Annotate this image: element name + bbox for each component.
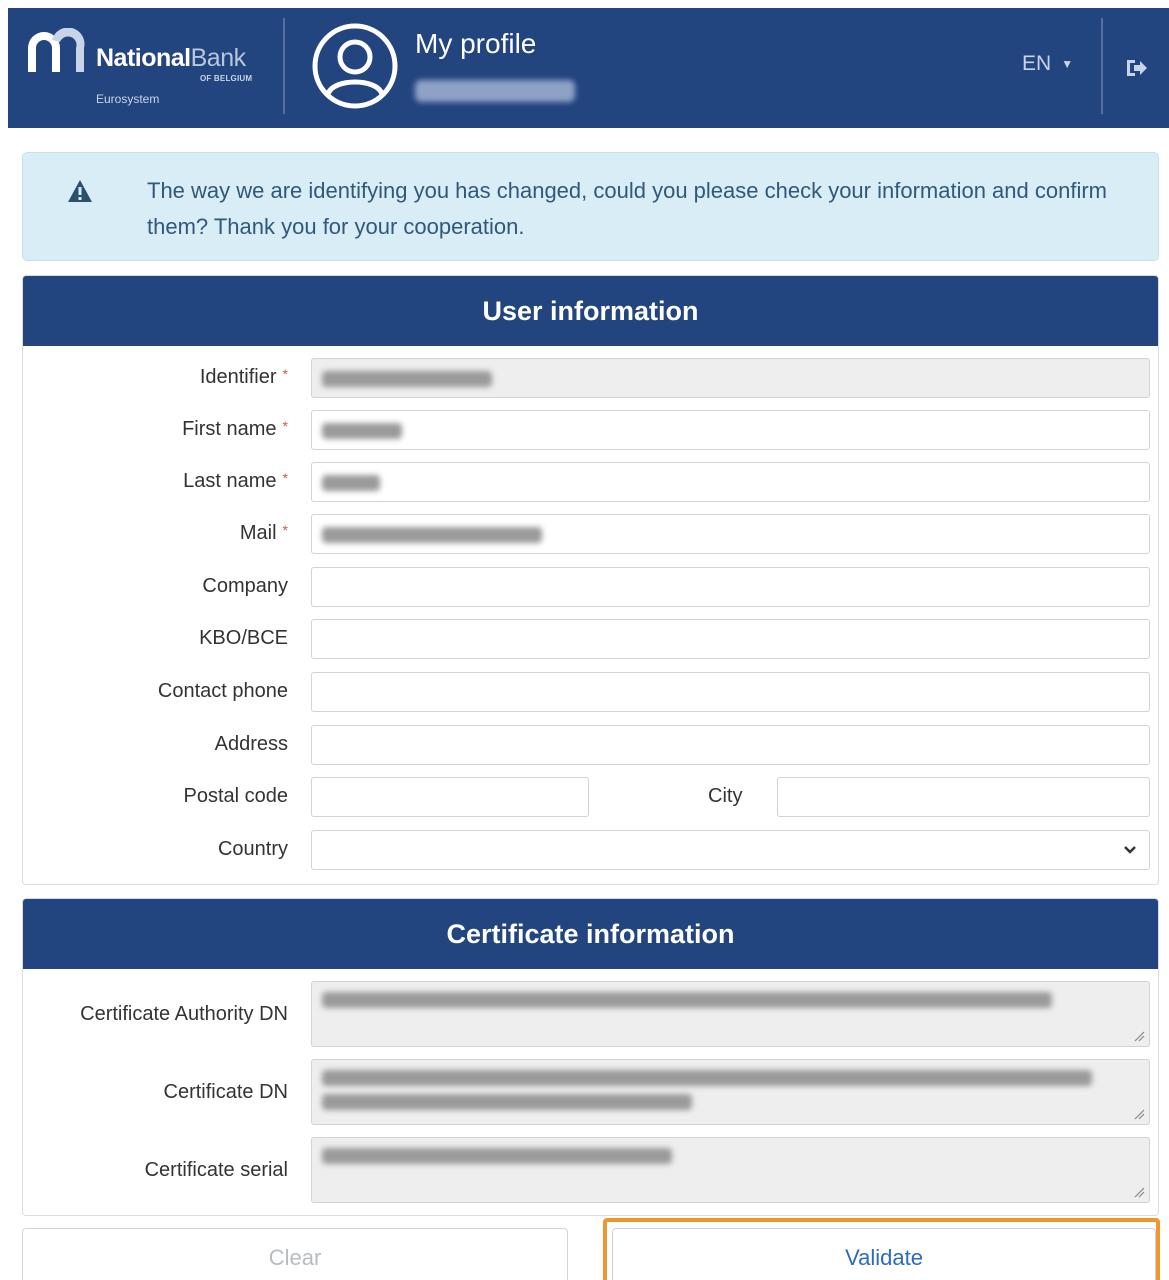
- company-field[interactable]: [311, 567, 1150, 607]
- mail-label: Mail *: [239, 522, 288, 544]
- language-label: EN: [1022, 52, 1052, 75]
- country-label: Country: [217, 838, 288, 860]
- header-divider: [283, 18, 285, 114]
- first-name-label: First name *: [182, 418, 288, 440]
- last-name-label: Last name *: [183, 470, 288, 492]
- last-name-field[interactable]: [311, 462, 1150, 502]
- contact-phone-field[interactable]: [311, 672, 1150, 712]
- postal-code-label: Postal code: [183, 785, 288, 807]
- certificate-information-heading: Certificate information: [23, 899, 1158, 969]
- company-label: Company: [202, 575, 288, 597]
- header-divider: [1101, 18, 1103, 114]
- user-information-heading: User information: [23, 276, 1158, 346]
- warning-icon: [68, 180, 92, 202]
- kbo-field[interactable]: [311, 619, 1150, 659]
- caret-down-icon: ▼: [1061, 57, 1074, 72]
- brand-name: NationalBank: [96, 44, 246, 72]
- kbo-label: KBO/BCE: [199, 627, 288, 649]
- user-circle-icon: [312, 23, 398, 109]
- brand-subtitle: OF BELGIUM: [200, 74, 253, 83]
- chevron-down-icon: [1124, 846, 1136, 854]
- clear-button[interactable]: Clear: [22, 1228, 568, 1280]
- postal-code-field[interactable]: [311, 777, 589, 817]
- authority-dn-label: Certificate Authority DN: [80, 1003, 288, 1025]
- certificate-serial-field: [311, 1137, 1150, 1203]
- user-information-panel: User information Identifier * First name *…: [22, 275, 1159, 885]
- address-label: Address: [214, 733, 288, 755]
- certificate-dn-field: [311, 1059, 1150, 1125]
- alert-message: The way we are identifying you has chang…: [147, 178, 1107, 239]
- certificate-serial-label: Certificate serial: [144, 1159, 288, 1181]
- identifier-field: [311, 358, 1150, 398]
- certificate-dn-label: Certificate DN: [163, 1081, 288, 1103]
- language-selector[interactable]: EN ▼: [1022, 52, 1073, 76]
- city-field[interactable]: [777, 777, 1150, 817]
- info-alert: The way we are identifying you has chang…: [22, 152, 1159, 261]
- top-header: NationalBank OF BELGIUM Eurosystem My pr…: [8, 8, 1169, 128]
- address-field[interactable]: [311, 725, 1150, 765]
- resize-grip-icon[interactable]: [1133, 1186, 1145, 1198]
- country-select[interactable]: [311, 830, 1150, 870]
- contact-phone-label: Contact phone: [157, 680, 288, 702]
- certificate-information-panel: Certificate information Certificate Auth…: [22, 898, 1159, 1216]
- mail-field[interactable]: [311, 514, 1150, 554]
- user-name-redacted: [415, 80, 575, 102]
- first-name-field[interactable]: [311, 410, 1150, 450]
- validate-button[interactable]: Validate: [612, 1228, 1156, 1280]
- national-bank-logo[interactable]: NationalBank OF BELGIUM Eurosystem: [22, 24, 272, 116]
- resize-grip-icon[interactable]: [1133, 1108, 1145, 1120]
- page-title: My profile: [415, 28, 537, 59]
- sign-out-icon[interactable]: [1123, 54, 1151, 82]
- brand-eurosystem: Eurosystem: [96, 92, 160, 106]
- identifier-label: Identifier *: [199, 366, 288, 388]
- city-label: City: [708, 785, 743, 807]
- authority-dn-field: [311, 981, 1150, 1047]
- nbb-logo-mark-icon: [28, 28, 85, 72]
- resize-grip-icon[interactable]: [1133, 1030, 1145, 1042]
